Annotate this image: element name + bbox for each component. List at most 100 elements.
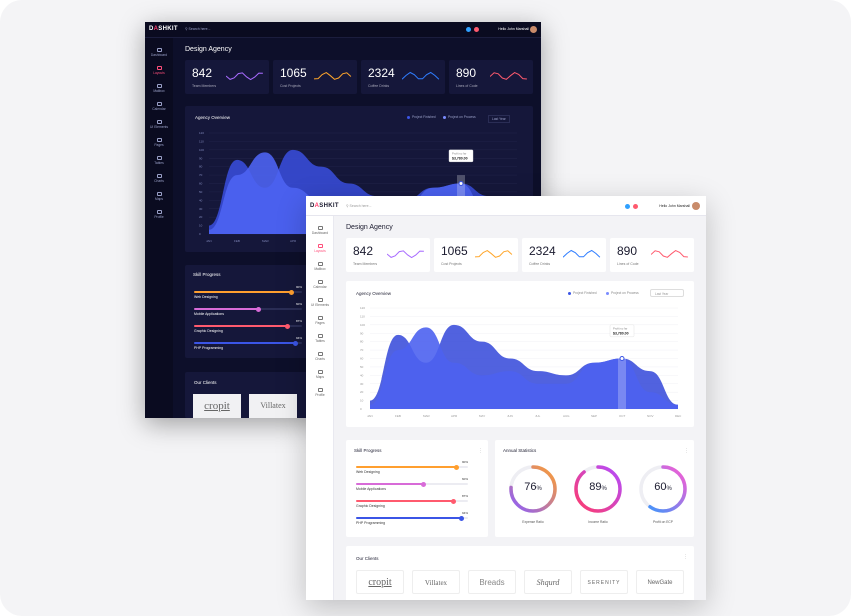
sparkline	[402, 71, 440, 80]
maps-icon	[317, 370, 323, 374]
sidebar-item-dashboard[interactable]: Dashboard	[145, 48, 173, 57]
skill-name: Web Designing	[194, 295, 218, 299]
sidebar-item-label: Tables	[315, 339, 325, 343]
skill-handle[interactable]	[256, 306, 262, 312]
skill-percent: 87%	[461, 494, 468, 498]
sidebar-item-label: Dashboard	[150, 53, 168, 57]
more-options-icon[interactable]: ⋮	[683, 554, 688, 560]
x-tick-label: OCT	[619, 414, 626, 418]
sidebar-item-charts[interactable]: Charts	[145, 174, 173, 183]
agency-overview-card: Agency Overview Project Finished Project…	[346, 281, 694, 427]
skill-fill	[356, 466, 457, 468]
sidebar-item-calendar[interactable]: Calendar	[145, 102, 173, 111]
sparkline	[314, 72, 352, 80]
client-logo[interactable]: SERENITY	[580, 570, 628, 594]
avatar[interactable]	[530, 26, 537, 33]
sidebar: Dashboard Layouts Mailbox Calendar UI Elemen…	[145, 38, 173, 418]
skill-fill	[194, 308, 259, 310]
client-logo[interactable]: Villatex	[412, 570, 460, 594]
x-tick-label: MAR	[423, 414, 431, 418]
client-logo[interactable]: Breads	[468, 570, 516, 594]
sidebar-item-ui-elements[interactable]: UI Elements	[145, 120, 173, 129]
light-dashboard-window: DASHKIT ⚲ Search here... Hello John Mars…	[306, 196, 706, 600]
skill-handle[interactable]	[293, 340, 299, 346]
sidebar-item-mailbox[interactable]: Mailbox	[145, 84, 173, 93]
sidebar-item-layouts[interactable]: Layouts	[145, 66, 173, 75]
layouts-icon	[317, 244, 323, 248]
x-tick-label: JUL	[535, 414, 541, 418]
sidebar-item-tables[interactable]: Tables	[145, 156, 173, 165]
sidebar-item-calendar[interactable]: Calendar	[306, 280, 334, 289]
avatar[interactable]	[692, 202, 700, 210]
y-tick-label: 50	[199, 190, 203, 194]
sidebar-item-profile[interactable]: Profile	[306, 388, 334, 397]
sparkline-line	[651, 250, 688, 258]
notification-icon[interactable]	[466, 27, 471, 32]
sidebar-item-pages[interactable]: Pages	[306, 316, 334, 325]
message-icon[interactable]	[633, 204, 638, 209]
sparkline	[651, 250, 688, 258]
sparkline-line	[490, 72, 527, 80]
y-tick-label: 0	[199, 232, 201, 236]
y-tick-label: 20	[360, 390, 364, 394]
sparkline	[387, 250, 424, 259]
search-input[interactable]: ⚲ Search here...	[185, 27, 211, 31]
skill-handle[interactable]	[288, 289, 294, 295]
ui-elements-icon	[317, 298, 323, 302]
sidebar-item-label: Layouts	[314, 249, 326, 253]
sidebar-item-charts[interactable]: Charts	[306, 352, 334, 361]
notification-icon[interactable]	[625, 204, 630, 209]
sparkline-line	[402, 71, 440, 80]
skill-handle[interactable]	[450, 498, 456, 504]
skill-title: Skill Progress	[354, 448, 382, 453]
skill-percent: 60%	[295, 302, 302, 306]
skill-percent: 60%	[461, 477, 468, 481]
skill-fill	[194, 325, 288, 327]
skill-percent: 94%	[295, 336, 302, 340]
stat-label: Cost Projects	[441, 262, 462, 266]
tooltip-label: Profit so far	[452, 151, 466, 155]
sidebar-item-profile[interactable]: Profile	[145, 210, 173, 219]
layouts-icon	[156, 66, 162, 70]
stat-card: 2324 Coffee Drinks	[522, 238, 606, 272]
brand-logo[interactable]: DASHKIT	[149, 26, 178, 32]
sidebar-item-dashboard[interactable]: Dashboard	[306, 226, 334, 235]
client-logo[interactable]: cropit	[356, 570, 404, 594]
x-tick-label: JAN	[367, 414, 373, 418]
x-tick-label: NOV	[647, 414, 654, 418]
more-options-icon[interactable]: ⋮	[684, 448, 689, 454]
client-logo[interactable]: Villatex	[249, 394, 297, 418]
sidebar-item-label: Charts	[154, 179, 164, 183]
stat-value: 1065	[280, 66, 307, 80]
charts-icon	[317, 352, 323, 356]
skill-handle[interactable]	[458, 515, 464, 521]
message-icon[interactable]	[474, 27, 479, 32]
client-logo[interactable]: Shqurd	[524, 570, 572, 594]
sidebar-item-ui-elements[interactable]: UI Elements	[306, 298, 334, 307]
client-logo[interactable]: NewGate	[636, 570, 684, 594]
sidebar-item-mailbox[interactable]: Mailbox	[306, 262, 334, 271]
user-greeting[interactable]: Hello John Marshall	[498, 27, 529, 31]
brand-logo[interactable]: DASHKIT	[310, 203, 339, 209]
more-options-icon[interactable]: ⋮	[478, 448, 483, 454]
x-tick-label: JUN	[507, 414, 513, 418]
skill-name: PHP Programming	[356, 521, 386, 525]
stat-card: 890 Lines of Code	[610, 238, 694, 272]
skill-row: PHP Programming 94%	[194, 336, 302, 354]
sidebar-item-layouts[interactable]: Layouts	[306, 244, 334, 253]
tooltip-label: Profit so far	[613, 326, 627, 330]
sidebar: Dashboard Layouts Mailbox Calendar UI Elemen…	[306, 216, 334, 600]
sidebar-item-maps[interactable]: Maps	[145, 192, 173, 201]
sidebar-item-label: UI Elements	[150, 125, 168, 129]
sidebar-item-label: Maps	[154, 197, 164, 201]
sidebar-item-pages[interactable]: Pages	[145, 138, 173, 147]
sidebar-item-maps[interactable]: Maps	[306, 370, 334, 379]
y-tick-label: 40	[199, 198, 203, 202]
skill-handle[interactable]	[420, 481, 426, 487]
user-greeting[interactable]: Hello John Marshall	[659, 204, 690, 208]
skill-handle[interactable]	[454, 464, 460, 470]
client-logo[interactable]: cropit	[193, 394, 241, 418]
search-input[interactable]: ⚲ Search here...	[346, 204, 372, 208]
ring-label: Expense Ratio	[522, 520, 544, 524]
sidebar-item-tables[interactable]: Tables	[306, 334, 334, 343]
